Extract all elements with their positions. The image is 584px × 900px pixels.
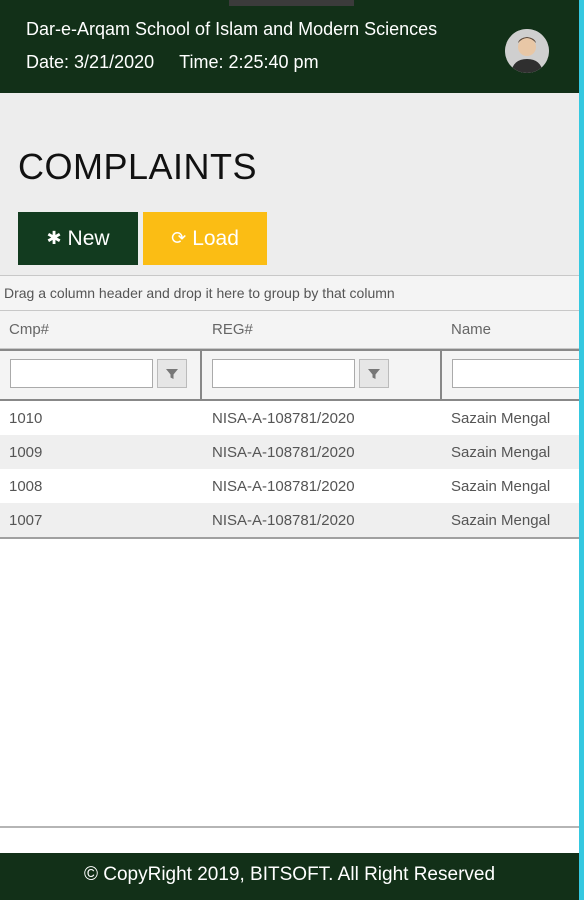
filter-cell-cmp — [0, 351, 202, 399]
date-label: Date: — [26, 52, 70, 72]
asterisk-icon: ✱ — [46, 228, 62, 248]
filter-cell-name — [442, 351, 579, 399]
cell-reg: NISA-A-108781/2020 — [212, 444, 355, 461]
column-header-reg[interactable]: REG# — [212, 321, 253, 338]
cell-name: Sazain Mengal — [451, 512, 551, 529]
footer-divider — [0, 826, 579, 828]
load-button[interactable]: ⟳ Load — [143, 212, 267, 265]
complaints-grid: Drag a column header and drop it here to… — [0, 275, 579, 539]
grid-header-row: Cmp# REG# Name — [0, 311, 579, 349]
school-name: Dar-e-Arqam School of Islam and Modern S… — [26, 19, 438, 39]
cell-cmp: 1007 — [9, 512, 43, 529]
cell-cmp: 1008 — [9, 478, 43, 495]
app-footer: © CopyRight 2019, BITSOFT. All Right Res… — [0, 853, 579, 900]
filter-cell-reg — [202, 351, 442, 399]
filter-input-reg[interactable] — [212, 359, 355, 388]
time-value: 2:25:40 pm — [228, 52, 319, 72]
table-row[interactable]: 1007 NISA-A-108781/2020 Sazain Mengal — [0, 503, 579, 537]
grid-bottom-border — [0, 537, 579, 539]
filter-icon[interactable] — [157, 359, 187, 388]
page-title: COMPLAINTS — [18, 146, 258, 187]
app-frame: Dar-e-Arqam School of Islam and Modern S… — [0, 0, 579, 900]
status-notch — [229, 0, 354, 6]
cell-name: Sazain Mengal — [451, 410, 551, 427]
filter-input-cmp[interactable] — [10, 359, 153, 388]
grid-filter-row — [0, 349, 579, 401]
cell-name: Sazain Mengal — [451, 478, 551, 495]
page-area: COMPLAINTS ✱ New ⟳ Load — [0, 93, 579, 275]
cell-cmp: 1009 — [9, 444, 43, 461]
date-value: 3/21/2020 — [74, 52, 155, 72]
new-button[interactable]: ✱ New — [18, 212, 138, 265]
load-button-label: Load — [192, 226, 239, 250]
grid-rows: 1010 NISA-A-108781/2020 Sazain Mengal 10… — [0, 401, 579, 537]
column-header-cmp[interactable]: Cmp# — [9, 321, 49, 338]
date-time-line: Date: 3/21/2020 Time: 2:25:40 pm — [26, 52, 319, 73]
group-panel[interactable]: Drag a column header and drop it here to… — [0, 276, 579, 311]
new-button-label: New — [67, 226, 110, 250]
cell-reg: NISA-A-108781/2020 — [212, 410, 355, 427]
window-edge — [579, 0, 584, 900]
cell-reg: NISA-A-108781/2020 — [212, 478, 355, 495]
cell-name: Sazain Mengal — [451, 444, 551, 461]
table-row[interactable]: 1009 NISA-A-108781/2020 Sazain Mengal — [0, 435, 579, 469]
filter-input-name[interactable] — [452, 359, 579, 388]
app-header: Dar-e-Arqam School of Islam and Modern S… — [0, 0, 579, 93]
table-row[interactable]: 1008 NISA-A-108781/2020 Sazain Mengal — [0, 469, 579, 503]
user-avatar-icon[interactable] — [505, 29, 549, 73]
cell-reg: NISA-A-108781/2020 — [212, 512, 355, 529]
table-row[interactable]: 1010 NISA-A-108781/2020 Sazain Mengal — [0, 401, 579, 435]
filter-icon[interactable] — [359, 359, 389, 388]
refresh-icon: ⟳ — [171, 228, 187, 248]
cell-cmp: 1010 — [9, 410, 43, 427]
column-header-name[interactable]: Name — [451, 321, 491, 338]
time-label: Time: — [179, 52, 224, 72]
